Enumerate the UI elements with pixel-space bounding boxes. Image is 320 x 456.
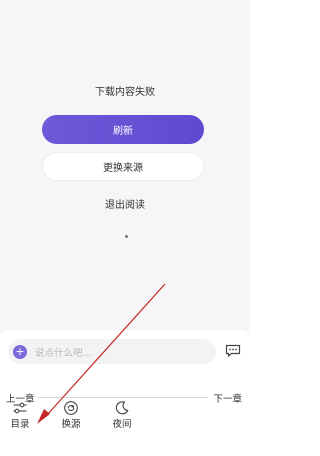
tab-toc-label: 目录 xyxy=(10,419,30,430)
exit-reading-link[interactable]: 退出阅读 xyxy=(0,196,250,211)
error-message: 下载内容失败 xyxy=(95,87,155,98)
next-chapter-button[interactable]: 下一章 xyxy=(213,391,242,405)
change-source-button[interactable]: 更换来源 xyxy=(42,152,204,181)
refresh-button[interactable]: 刷新 xyxy=(42,115,204,144)
comment-icon[interactable] xyxy=(225,344,241,358)
tab-toc[interactable]: 目录 xyxy=(3,398,37,456)
plus-icon[interactable]: + xyxy=(13,344,27,359)
reader-screen: 下载内容失败 刷新 更换来源 退出阅读 + 说点什么吧... 上一章 下一章 目… xyxy=(0,0,250,456)
loading-dot xyxy=(125,235,128,238)
moon-icon xyxy=(115,401,129,415)
comment-placeholder: 说点什么吧... xyxy=(35,347,92,359)
tab-switch-source-label: 换源 xyxy=(61,419,81,430)
switch-source-icon xyxy=(64,401,78,415)
toc-icon xyxy=(13,402,27,414)
tab-night-mode[interactable]: 夜间 xyxy=(105,398,139,456)
tab-switch-source[interactable]: 换源 xyxy=(54,398,88,456)
comment-input[interactable]: + 说点什么吧... xyxy=(8,339,216,364)
tab-night-mode-label: 夜间 xyxy=(112,419,132,430)
